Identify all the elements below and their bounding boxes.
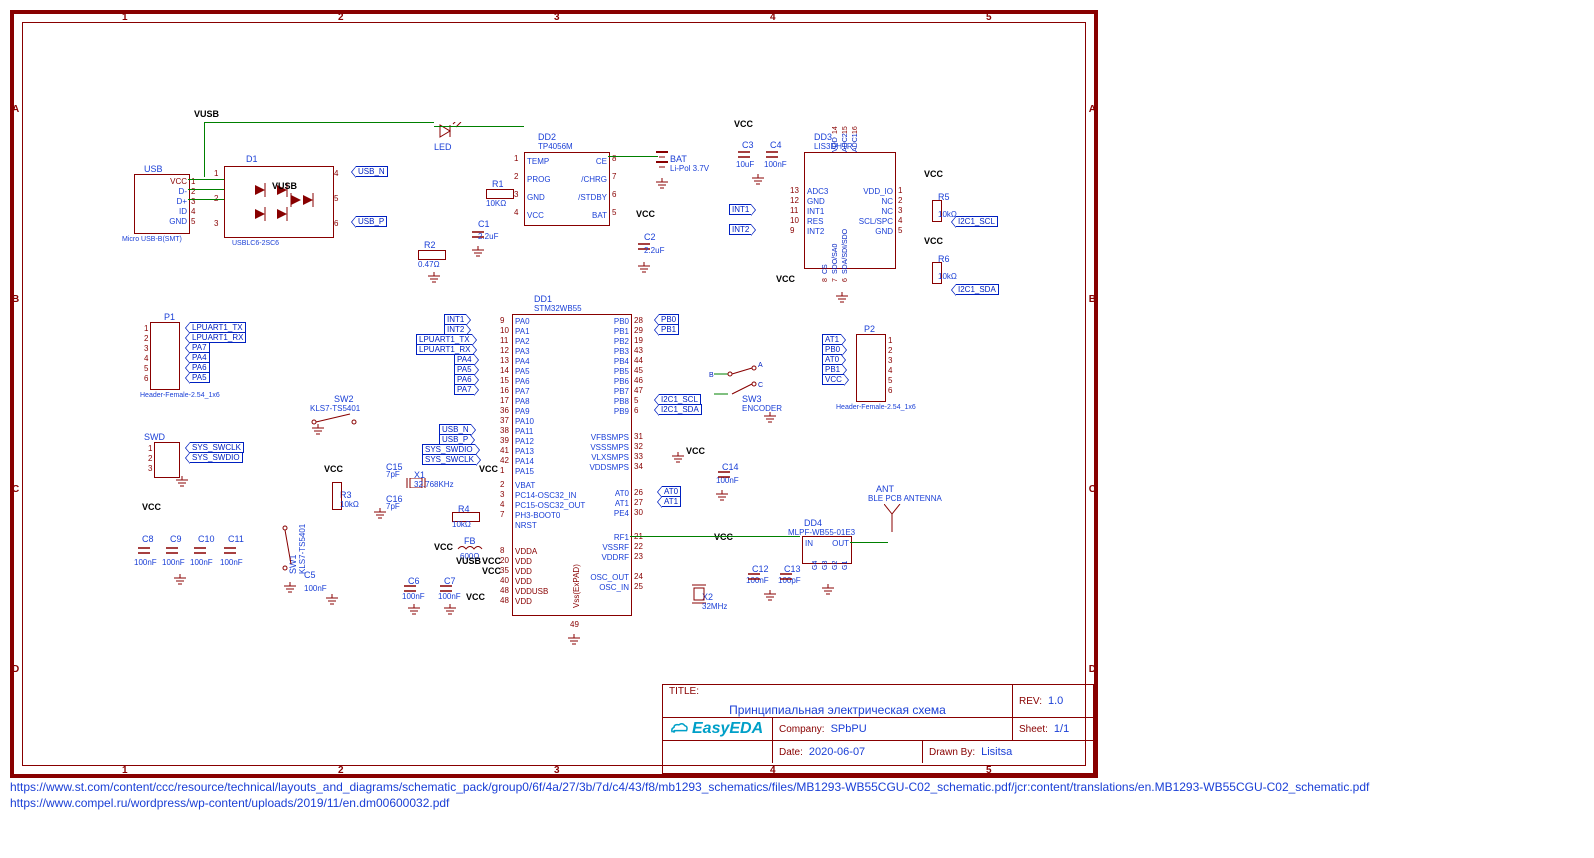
- led: [434, 122, 464, 142]
- title-label: TITLE:: [669, 686, 699, 697]
- swd-header: [154, 442, 180, 478]
- net-vusb: VUSB: [194, 109, 219, 119]
- dd2-ref: DD2: [538, 132, 556, 142]
- r1: [486, 189, 514, 199]
- grid-col-4: 4: [770, 12, 776, 23]
- grid-col-1: 1: [122, 12, 128, 23]
- company-value: SPbPU: [831, 723, 867, 735]
- schematic-sheet: 1 2 3 4 5 1 2 3 4 5 A B C D A B C D VUSB…: [10, 10, 1098, 778]
- date-value: 2020-06-07: [809, 746, 865, 758]
- dd1-part: STM32WB55: [534, 304, 582, 313]
- p1-header: [150, 322, 180, 390]
- footer-link-1[interactable]: https://www.st.com/content/ccc/resource/…: [10, 780, 1490, 796]
- sheet-value: 1/1: [1054, 723, 1069, 735]
- grid-row-A: A: [12, 104, 19, 115]
- dd1-ref: DD1: [534, 294, 552, 304]
- esd-protection: [224, 166, 334, 238]
- p2-header: [856, 334, 886, 402]
- drawn-value: Lisitsa: [981, 746, 1012, 758]
- r2: [418, 250, 446, 260]
- d1-part: USBLC6-2SC6: [232, 240, 279, 247]
- rev-value: 1.0: [1048, 695, 1063, 707]
- title-block: TITLE: Принципиальная электрическая схем…: [662, 684, 1094, 774]
- easyeda-logo: EasyEDA: [663, 718, 773, 740]
- usb-connector: VCC D- D+ ID GND 1 2 3 4 5: [134, 174, 190, 234]
- sw1: [278, 524, 292, 574]
- title-text: Принципиальная электрическая схема: [729, 703, 946, 717]
- grid-col-5: 5: [986, 12, 992, 23]
- tp4056: TEMP PROG GND VCC CE /CHRG /STDBY BAT: [524, 152, 610, 226]
- usb-part: Micro USB-B(SMT): [122, 236, 182, 243]
- net-usb-n: USB_N: [356, 166, 388, 177]
- antenna-icon: [884, 504, 914, 536]
- dd2-part: TP4056M: [538, 142, 573, 151]
- battery: [654, 144, 670, 176]
- d1-ref: D1: [246, 154, 258, 164]
- stm32wb55: PA0 PA1 PA2 PA3 PA4 PA5 PA6 PA7 PA8 PA9 …: [512, 314, 632, 616]
- net-usb-p: USB_P: [356, 216, 387, 227]
- lis3dhtr: ADC3 GND INT1 RES INT2 VDD_IO NC NC SCL/…: [804, 152, 896, 269]
- usb-ref: USB: [144, 164, 163, 174]
- footer-link-2[interactable]: https://www.compel.ru/wordpress/wp-conte…: [10, 796, 1490, 812]
- footer-links: https://www.st.com/content/ccc/resource/…: [10, 780, 1490, 811]
- grid-col-3: 3: [554, 12, 560, 23]
- grid-col-2: 2: [338, 12, 344, 23]
